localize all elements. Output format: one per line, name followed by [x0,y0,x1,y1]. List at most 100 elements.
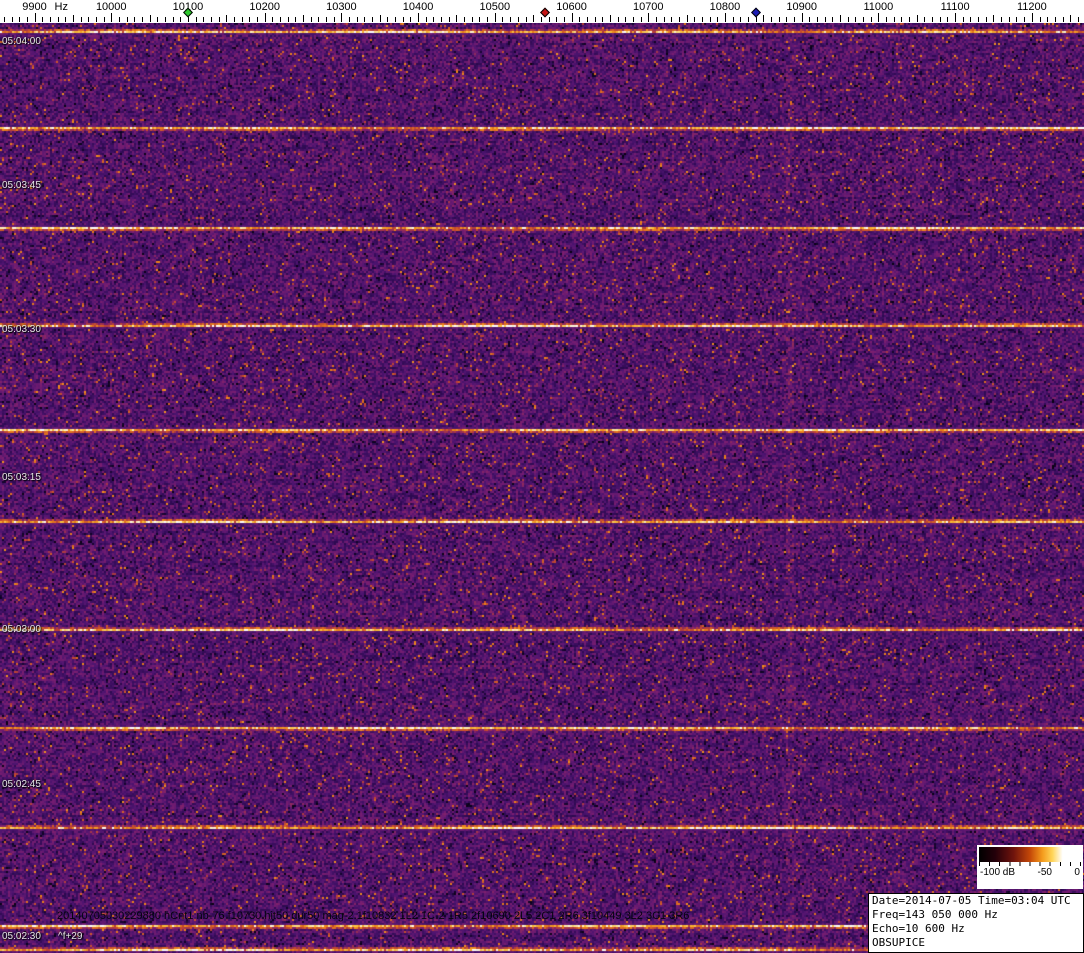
ruler-tick [871,17,872,22]
ruler-tick [134,17,135,22]
ruler-tick [1070,15,1071,22]
ruler-tick [901,17,902,22]
ruler-tick [487,17,488,22]
ruler-tick [602,17,603,22]
ruler-tick [433,17,434,22]
ruler-tick [771,17,772,22]
ruler-tick [564,17,565,22]
ruler-tick [219,17,220,22]
ruler-tick [1009,17,1010,22]
ruler-tick [58,17,59,22]
ruler-tick [104,17,105,22]
marker-blue-diamond[interactable] [750,7,761,18]
ruler-tick [886,17,887,22]
ruler-tick [426,17,427,22]
ruler-tick [572,13,573,22]
ruler-tick [993,15,994,22]
ruler-tick [364,17,365,22]
ruler-tick [740,17,741,22]
ruler-tick [441,17,442,22]
ruler-tick [203,17,204,22]
ruler-tick [595,17,596,22]
ruler-tick [19,17,20,22]
ruler-tick [618,17,619,22]
ruler-tick [610,15,611,22]
ruler-tick [679,17,680,22]
freq-tick-label: 9900 [22,1,47,13]
freq-tick-label: 10300 [326,1,357,13]
spectrogram-canvas[interactable] [0,23,1084,953]
ruler-tick [280,17,281,22]
ruler-tick [733,17,734,22]
ruler-tick [794,17,795,22]
ruler-tick [111,13,112,22]
ruler-tick [418,13,419,22]
ruler-tick [671,17,672,22]
ruler-tick [1016,17,1017,22]
ruler-tick [4,17,5,22]
ruler-tick [533,15,534,22]
ruler-tick [410,17,411,22]
freq-tick-label: 10500 [479,1,511,13]
ruler-tick [940,17,941,22]
ruler-tick [970,17,971,22]
ruler-tick [848,17,849,22]
ruler-tick [456,15,457,22]
ruler-tick [625,17,626,22]
ruler-tick [656,17,657,22]
ruler-tick [73,15,74,22]
ruler-tick [173,17,174,22]
ruler-tick [549,17,550,22]
ruler-tick [1032,13,1033,22]
ruler-tick [809,17,810,22]
freq-tick-label: 10800 [709,1,741,13]
ruler-tick [242,17,243,22]
ruler-tick [986,17,987,22]
ruler-tick [1024,17,1025,22]
ruler-tick [226,15,227,22]
ruler-tick [748,17,749,22]
ruler-tick [1001,17,1002,22]
ruler-tick [786,17,787,22]
ruler-tick [119,17,120,22]
marker-red-diamond[interactable] [539,7,550,18]
ruler-tick [295,17,296,22]
ruler-tick [357,17,358,22]
ruler-tick [779,17,780,22]
ruler-tick [334,17,335,22]
ruler-tick [88,17,89,22]
ruler-tick [249,17,250,22]
ruler-tick [35,13,36,22]
ruler-tick [840,15,841,22]
ruler-tick [165,17,166,22]
ruler-tick [318,17,319,22]
ruler-tick [403,17,404,22]
ruler-tick [142,17,143,22]
ruler-tick [1047,17,1048,22]
ruler-tick [326,17,327,22]
freq-tick-label: 11100 [940,1,970,13]
ruler-tick [380,15,381,22]
ruler-tick [372,17,373,22]
ruler-tick [211,17,212,22]
ruler-tick [387,17,388,22]
ruler-tick [502,17,503,22]
ruler-tick [180,17,181,22]
ruler-tick [81,17,82,22]
ruler-tick [947,17,948,22]
ruler-tick [341,13,342,22]
ruler-tick [96,17,97,22]
freq-tick-label: 10400 [402,1,434,13]
ruler-tick [717,17,718,22]
ruler-tick [265,13,266,22]
ruler-tick [495,13,496,22]
ruler-tick [127,17,128,22]
ruler-tick [664,17,665,22]
ruler-tick [257,17,258,22]
ruler-tick [710,17,711,22]
freq-tick-label: 11200 [1016,1,1047,13]
frequency-ruler[interactable]: 9900100001010010200103001040010500106001… [0,0,1084,23]
freq-tick-label: 10900 [786,1,817,13]
ruler-tick [1078,17,1079,22]
ruler-tick [556,17,557,22]
